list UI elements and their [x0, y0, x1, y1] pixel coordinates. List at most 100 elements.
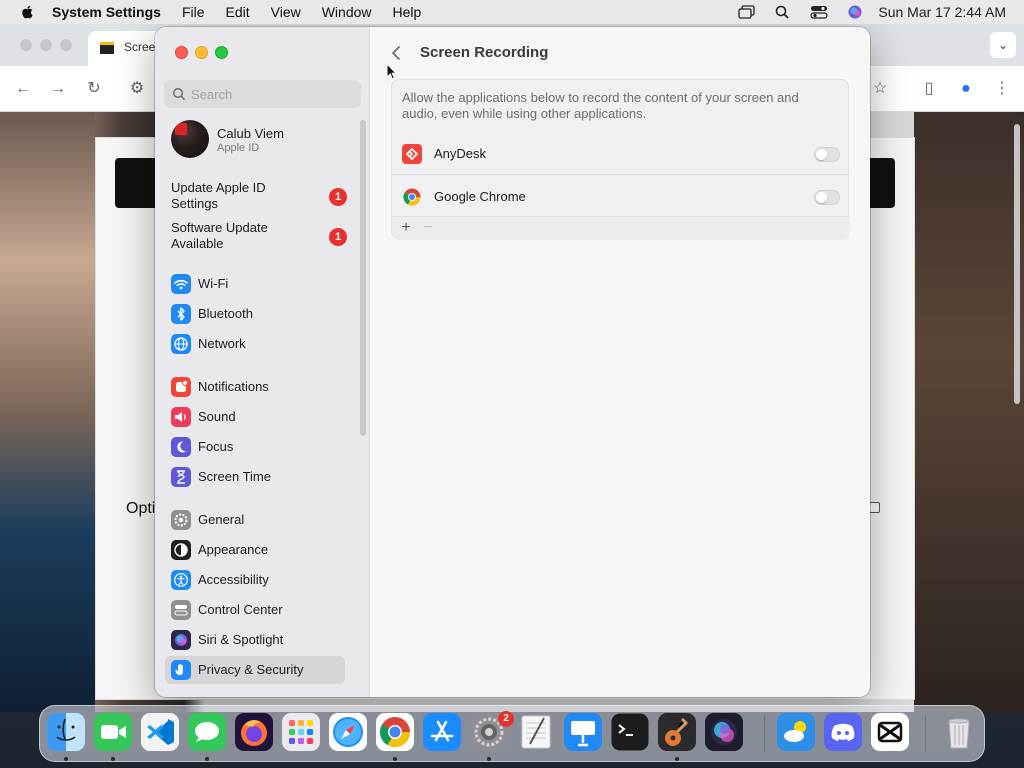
- remove-app-button[interactable]: −: [420, 219, 436, 237]
- sidebar-item-focus[interactable]: Focus: [165, 433, 345, 461]
- browser-maximize-button[interactable]: [60, 39, 72, 51]
- running-indicator: [675, 757, 679, 761]
- sidebar-item-bluetooth[interactable]: Bluetooth: [165, 300, 345, 328]
- more-menu-icon[interactable]: ⋮: [991, 78, 1013, 100]
- avatar: [171, 120, 209, 158]
- launchpad-icon: [282, 713, 320, 751]
- sidebar: Calub Viem Apple ID Update Apple ID Sett…: [155, 27, 370, 697]
- panel-description: Allow the applications below to record t…: [402, 90, 799, 121]
- window-close-button[interactable]: [175, 46, 188, 59]
- globe-icon: [171, 334, 191, 354]
- terminal-icon: [611, 713, 649, 751]
- speaker-icon: [171, 407, 191, 427]
- apple-id-profile[interactable]: Calub Viem Apple ID: [171, 120, 351, 160]
- menu-edit[interactable]: Edit: [226, 4, 250, 20]
- sidebar-item-general[interactable]: General: [165, 506, 345, 534]
- tab-search-button[interactable]: ⌄: [990, 32, 1016, 58]
- dock-firefox[interactable]: [235, 713, 273, 751]
- side-panel-icon[interactable]: ▯: [918, 78, 940, 100]
- bookmark-star-icon[interactable]: ☆: [869, 78, 891, 100]
- chrome-toggle[interactable]: [814, 190, 840, 205]
- profile-icon[interactable]: ●: [955, 78, 977, 100]
- profile-subtitle: Apple ID: [217, 142, 260, 154]
- dock-capcut[interactable]: [871, 713, 909, 751]
- sidebar-scrollbar[interactable]: [360, 120, 366, 436]
- sidebar-item-screen-time[interactable]: Screen Time: [165, 463, 345, 491]
- dock-badge: 2: [498, 711, 514, 727]
- dock-safari[interactable]: [329, 713, 367, 751]
- hand-icon: [171, 660, 191, 680]
- dock-keynote[interactable]: [564, 713, 602, 751]
- browser-minimize-button[interactable]: [40, 39, 52, 51]
- dock-messages[interactable]: [188, 713, 226, 751]
- running-indicator: [487, 757, 491, 761]
- menu-help[interactable]: Help: [393, 4, 422, 20]
- sidebar-item-notifications[interactable]: Notifications: [165, 373, 345, 401]
- sidebar-item-siri-spotlight[interactable]: Siri & Spotlight: [165, 626, 345, 654]
- app-store-icon: [423, 713, 461, 751]
- sidebar-item-privacy-security[interactable]: Privacy & Security: [165, 656, 345, 684]
- search-field[interactable]: [164, 80, 361, 108]
- notice-software-update[interactable]: Software Update Available 1: [171, 220, 361, 254]
- vscode-icon: [141, 713, 179, 751]
- reload-icon[interactable]: ↻: [83, 78, 105, 100]
- browser-close-button[interactable]: [20, 39, 32, 51]
- dock-trash[interactable]: [940, 713, 978, 751]
- panel-footer: + −: [392, 216, 850, 240]
- dock-finder[interactable]: [47, 713, 85, 751]
- keynote-icon: [564, 713, 602, 751]
- dock-vscode[interactable]: [141, 713, 179, 751]
- dock-siri[interactable]: [705, 713, 743, 751]
- app-name: Google Chrome: [434, 189, 526, 204]
- browser-scrollbar[interactable]: [1014, 124, 1020, 404]
- control-center-icon[interactable]: [810, 5, 828, 19]
- window-minimize-button[interactable]: [195, 46, 208, 59]
- notification-badge: 1: [329, 228, 347, 246]
- dock-discord[interactable]: [824, 713, 862, 751]
- screen-mirroring-icon[interactable]: [738, 5, 756, 19]
- dock-garageband[interactable]: [658, 713, 696, 751]
- dock-launchpad[interactable]: [282, 713, 320, 751]
- sidebar-item-wifi[interactable]: Wi-Fi: [165, 270, 345, 298]
- anydesk-toggle[interactable]: [814, 147, 840, 162]
- dock-terminal[interactable]: [611, 713, 649, 751]
- sidebar-item-appearance[interactable]: Appearance: [165, 536, 345, 564]
- sidebar-item-accessibility[interactable]: Accessibility: [165, 566, 345, 594]
- sidebar-item-network[interactable]: Network: [165, 330, 345, 358]
- back-chevron-icon[interactable]: [384, 41, 408, 65]
- search-input[interactable]: [191, 80, 356, 108]
- dock-weather[interactable]: [777, 713, 815, 751]
- dock-app-store[interactable]: [423, 713, 461, 751]
- menu-view[interactable]: View: [271, 4, 301, 20]
- sidebar-item-sound[interactable]: Sound: [165, 403, 345, 431]
- running-indicator: [393, 757, 397, 761]
- garageband-icon: [658, 713, 696, 751]
- sidebar-item-control-center[interactable]: Control Center: [165, 596, 345, 624]
- back-arrow-icon[interactable]: ←: [12, 78, 34, 100]
- dock-separator: [764, 716, 765, 752]
- siri-icon[interactable]: [846, 5, 864, 19]
- textedit-icon: [521, 715, 551, 749]
- apple-logo-icon[interactable]: [18, 4, 38, 20]
- add-app-button[interactable]: +: [398, 219, 414, 237]
- spotlight-search-icon[interactable]: [774, 5, 792, 19]
- profile-name: Calub Viem: [217, 126, 284, 141]
- dock-system-settings[interactable]: 2: [470, 711, 514, 751]
- menu-clock[interactable]: Sun Mar 17 2:44 AM: [878, 4, 1006, 20]
- background-photo-left: [0, 112, 95, 712]
- menu-window[interactable]: Window: [322, 4, 372, 20]
- app-row-chrome: Google Chrome: [392, 174, 850, 216]
- menu-app-name[interactable]: System Settings: [52, 4, 161, 20]
- forward-arrow-icon[interactable]: →: [47, 78, 69, 100]
- site-settings-icon[interactable]: ⚙: [126, 78, 148, 100]
- notice-update-apple-id[interactable]: Update Apple ID Settings 1: [171, 180, 361, 214]
- dock-chrome[interactable]: [376, 713, 414, 751]
- page-checkbox[interactable]: [869, 502, 880, 513]
- dock-facetime[interactable]: [94, 713, 132, 751]
- menu-file[interactable]: File: [182, 4, 205, 20]
- search-icon: [172, 87, 186, 101]
- window-zoom-button[interactable]: [215, 46, 228, 59]
- control-center-icon: [171, 600, 191, 620]
- dock-textedit[interactable]: [517, 713, 555, 751]
- safari-icon: [329, 713, 367, 751]
